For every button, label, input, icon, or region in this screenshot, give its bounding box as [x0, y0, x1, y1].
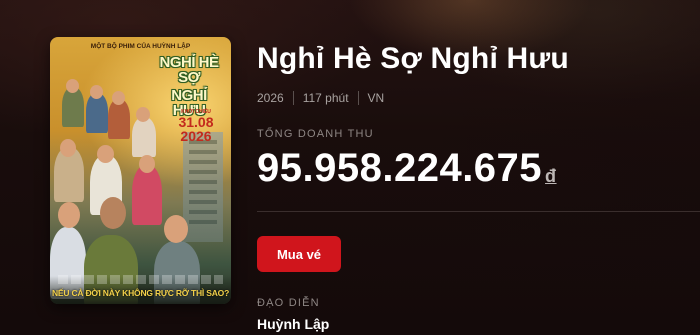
poster-cast-figure — [132, 165, 162, 225]
poster-cast-figure — [62, 87, 84, 127]
meta-divider — [357, 91, 359, 105]
meta-divider — [292, 91, 294, 105]
movie-duration: 117 phút — [302, 91, 349, 105]
poster-cast-face — [136, 107, 150, 122]
poster-bottom-tagline: NẾU CẢ ĐỜI NÀY KHÔNG RỰC RỠ THÌ SAO? — [51, 288, 230, 298]
poster-cast-group — [50, 77, 231, 304]
section-divider — [257, 211, 700, 212]
poster-cast-face — [97, 145, 114, 163]
movie-poster[interactable]: MỘT BỘ PHIM CỦA HUỲNH LẬP NGHỈ HÈ SỢ NGH… — [50, 37, 231, 304]
revenue-label: TỔNG DOANH THU — [257, 128, 374, 140]
movie-meta: 2026 117 phút VN — [257, 91, 384, 105]
director-name[interactable]: Huỳnh Lập — [257, 316, 329, 332]
director-label: ĐẠO DIỄN — [257, 297, 320, 309]
poster-cast-figure — [108, 99, 130, 139]
currency-symbol: đ — [545, 166, 557, 186]
revenue-amount: 95.958.224.675 đ — [257, 146, 557, 191]
poster-cast-face — [139, 155, 155, 173]
movie-title: Nghỉ Hè Sợ Nghỉ Hưu — [257, 42, 569, 75]
poster-cast-figure — [132, 117, 156, 157]
revenue-value: 95.958.224.675 — [257, 146, 543, 190]
movie-year: 2026 — [257, 91, 284, 105]
poster-cast-face — [112, 91, 125, 105]
poster-top-tagline: MỘT BỘ PHIM CỦA HUỲNH LẬP — [90, 43, 191, 50]
movie-country: VN — [367, 91, 385, 105]
poster-credits-block — [58, 275, 223, 284]
buy-ticket-button[interactable]: Mua vé — [257, 236, 341, 272]
poster-cast-face — [60, 139, 76, 157]
poster-cast-figure — [86, 93, 108, 133]
poster-cast-face — [164, 215, 188, 243]
poster-cast-face — [100, 197, 126, 229]
poster-cast-face — [66, 79, 79, 93]
poster-cast-face — [58, 202, 80, 228]
poster-cast-face — [90, 85, 103, 99]
